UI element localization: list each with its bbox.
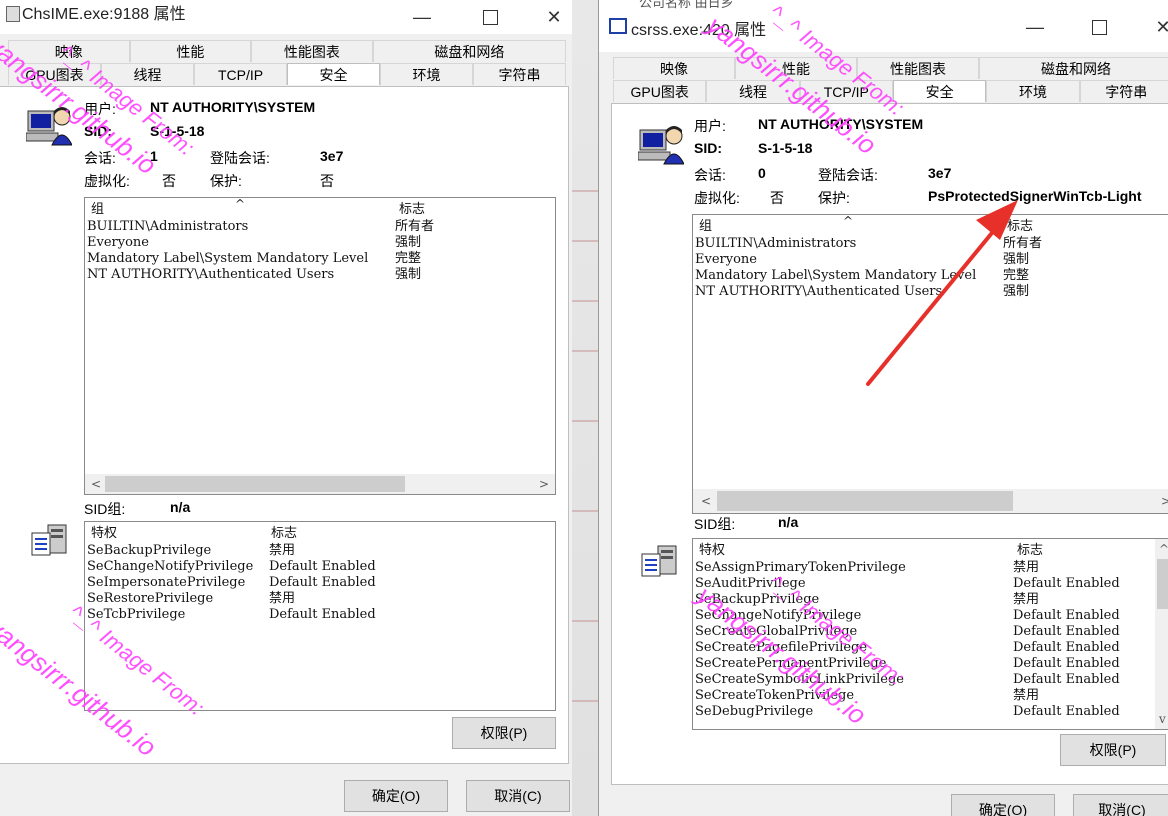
red-arrow-annotation [866, 200, 1018, 386]
